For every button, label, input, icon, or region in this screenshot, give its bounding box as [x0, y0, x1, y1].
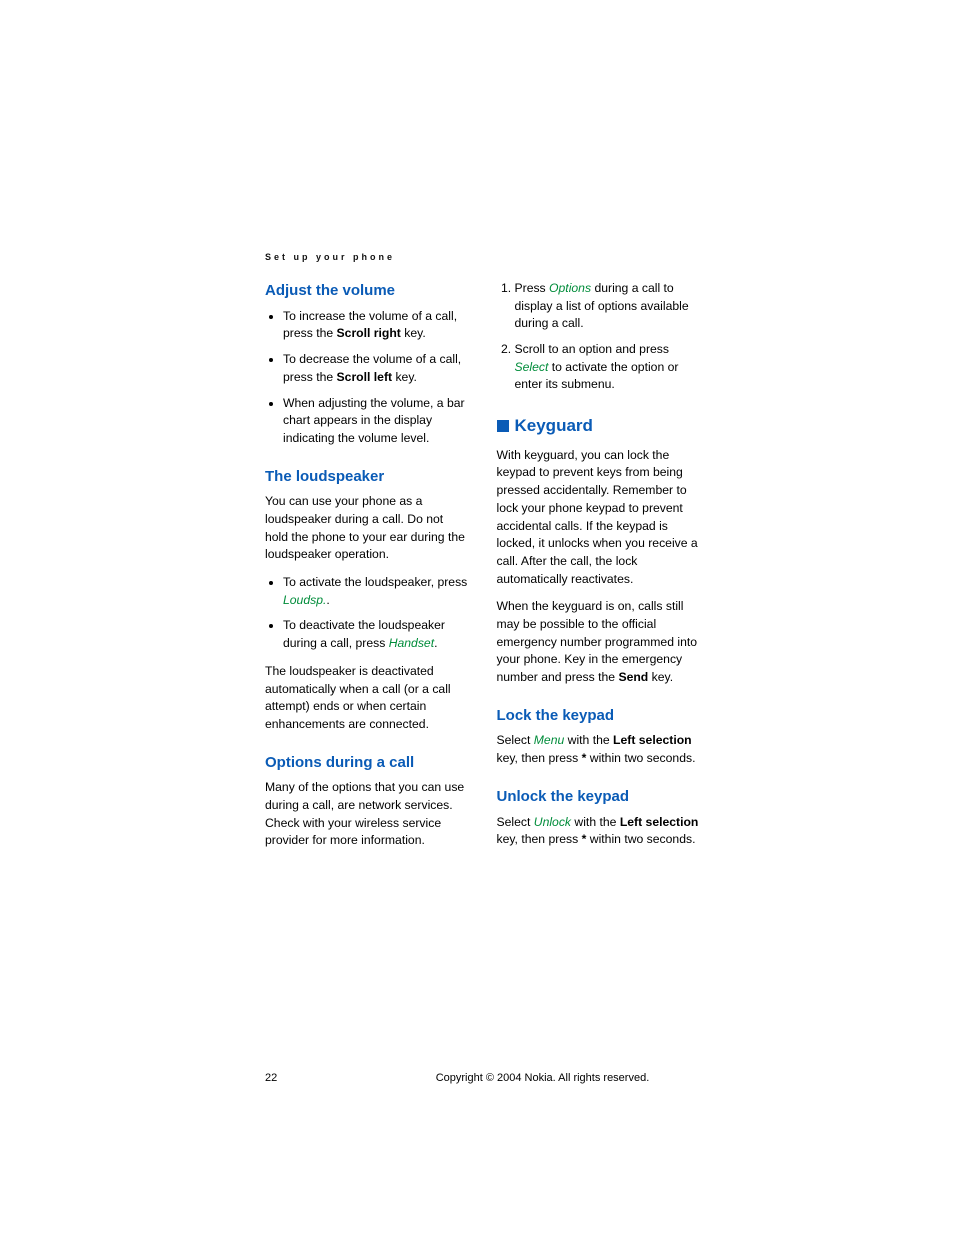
left-column: Adjust the volume To increase the volume…	[265, 280, 469, 860]
paragraph: The loudspeaker is deactivated automatic…	[265, 663, 469, 734]
text: .	[326, 593, 329, 607]
list-item: Press Options during a call to display a…	[515, 280, 701, 333]
copyright: Copyright © 2004 Nokia. All rights reser…	[385, 1072, 700, 1084]
text: key.	[392, 370, 417, 384]
text: Scroll to an option and press	[515, 342, 669, 356]
paragraph: Many of the options that you can use dur…	[265, 779, 469, 850]
heading-loudspeaker: The loudspeaker	[265, 466, 469, 488]
volume-list: To increase the volume of a call, press …	[265, 308, 469, 448]
text: Select	[497, 733, 534, 747]
paragraph: Select Menu with the Left selection key,…	[497, 732, 701, 767]
list-item: Scroll to an option and press Select to …	[515, 341, 701, 394]
text: within two seconds.	[586, 751, 695, 765]
text: Press	[515, 281, 550, 295]
list-item: To decrease the volume of a call, press …	[283, 351, 469, 386]
text: key, then press	[497, 751, 582, 765]
text: Select	[497, 815, 534, 829]
page-content: Set up your phone Adjust the volume To i…	[265, 252, 700, 860]
paragraph: When the keyguard is on, calls still may…	[497, 598, 701, 686]
list-item: To increase the volume of a call, press …	[283, 308, 469, 343]
text: key.	[401, 326, 426, 340]
right-column: Press Options during a call to display a…	[497, 280, 701, 860]
list-item: To deactivate the loudspeaker during a c…	[283, 617, 469, 652]
keyword: Loudsp.	[283, 593, 326, 607]
square-bullet-icon	[497, 420, 509, 432]
section-keyguard: Keyguard	[497, 414, 701, 439]
heading-lock-keypad: Lock the keypad	[497, 705, 701, 727]
bold-text: Send	[618, 670, 648, 684]
options-steps: Press Options during a call to display a…	[497, 280, 701, 394]
page-number: 22	[265, 1072, 385, 1084]
keyword: Options	[549, 281, 591, 295]
bold-text: Scroll left	[337, 370, 393, 384]
paragraph: Select Unlock with the Left selection ke…	[497, 814, 701, 849]
heading-unlock-keypad: Unlock the keypad	[497, 786, 701, 808]
text: with the	[564, 733, 613, 747]
bold-text: Left selection	[620, 815, 699, 829]
keyword: Select	[515, 360, 549, 374]
text: within two seconds.	[586, 832, 695, 846]
text: with the	[571, 815, 620, 829]
section-title: Keyguard	[515, 414, 593, 439]
two-column-layout: Adjust the volume To increase the volume…	[265, 280, 700, 860]
list-item: When adjusting the volume, a bar chart a…	[283, 395, 469, 448]
keyword: Menu	[534, 733, 565, 747]
keyword: Handset	[389, 636, 434, 650]
paragraph: With keyguard, you can lock the keypad t…	[497, 447, 701, 589]
list-item: To activate the loudspeaker, press Louds…	[283, 574, 469, 609]
text: key.	[648, 670, 673, 684]
loudspeaker-list: To activate the loudspeaker, press Louds…	[265, 574, 469, 653]
keyword: Unlock	[534, 815, 571, 829]
text: key, then press	[497, 832, 582, 846]
paragraph: You can use your phone as a loudspeaker …	[265, 493, 469, 564]
heading-adjust-volume: Adjust the volume	[265, 280, 469, 302]
chapter-header: Set up your phone	[265, 252, 700, 262]
bold-text: Scroll right	[337, 326, 401, 340]
text: .	[434, 636, 437, 650]
heading-options-call: Options during a call	[265, 752, 469, 774]
page-footer: 22 Copyright © 2004 Nokia. All rights re…	[265, 1072, 700, 1084]
text: To activate the loudspeaker, press	[283, 575, 467, 589]
bold-text: Left selection	[613, 733, 692, 747]
